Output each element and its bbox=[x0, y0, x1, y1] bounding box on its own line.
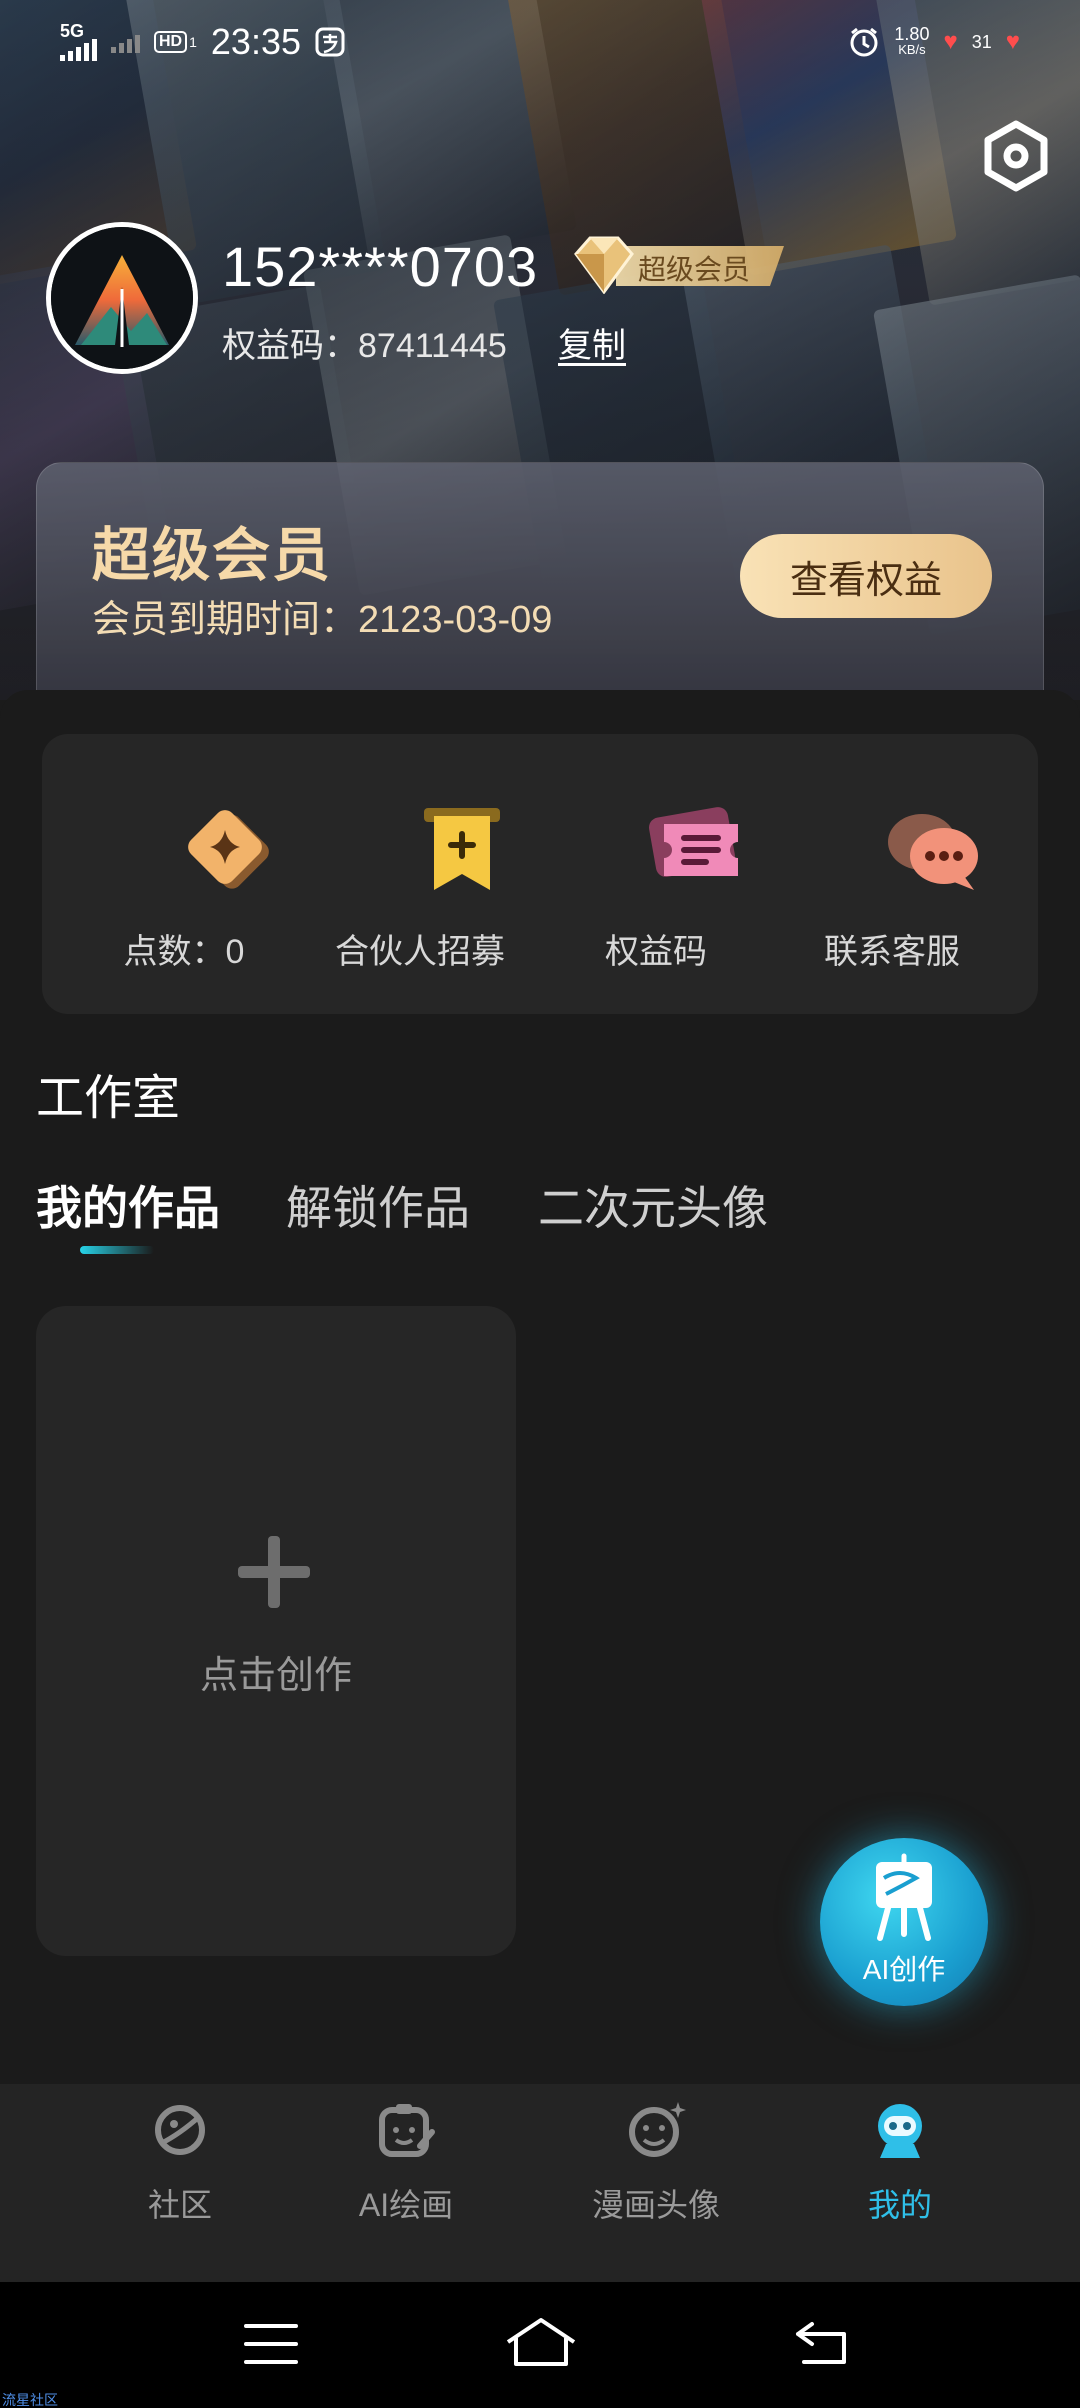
nav-label: 我的 bbox=[867, 2187, 932, 2223]
robot-avatar-icon bbox=[878, 2104, 922, 2158]
nav-ai-painting[interactable] bbox=[306, 2100, 506, 2250]
copy-code-link[interactable]: 复制 bbox=[558, 318, 626, 367]
settings-gear-icon[interactable] bbox=[980, 120, 1052, 192]
nav-comic-avatar[interactable] bbox=[556, 2100, 756, 2250]
watermark: 流星社区 bbox=[2, 2392, 58, 2408]
alipay-icon bbox=[315, 27, 345, 57]
menu-icon[interactable] bbox=[244, 2322, 298, 2366]
member-expire-date: 会员到期时间：2123-03-09 bbox=[92, 599, 553, 641]
hd-voice-icon: HD bbox=[154, 31, 188, 53]
status-bar: 5G HD 1 23:35 1.80 KB/s ♥ 31 ♥ bbox=[0, 0, 1080, 84]
create-work-card[interactable] bbox=[36, 1306, 516, 1956]
planet-icon bbox=[155, 2105, 205, 2155]
quick-action-label: 点数：0 bbox=[123, 933, 245, 971]
alarm-icon bbox=[850, 27, 878, 57]
tab-my-works[interactable]: 我的作品 bbox=[36, 1172, 220, 1238]
nav-label: AI绘画 bbox=[358, 2187, 454, 2223]
benefit-code: 权益码：87411445 bbox=[222, 327, 507, 365]
quick-action-label: 合伙人招募 bbox=[335, 933, 505, 971]
user-phone: 152****0703 bbox=[222, 235, 539, 298]
signal-5g-icon: 5G bbox=[60, 22, 97, 61]
network-speed: 1.80 KB/s bbox=[894, 24, 930, 57]
quick-action-label: 联系客服 bbox=[824, 933, 960, 971]
nav-community[interactable] bbox=[80, 2100, 280, 2250]
battery-level: 31 bbox=[971, 31, 992, 52]
back-icon[interactable] bbox=[794, 2320, 848, 2366]
vip-badge-label: 超级会员 bbox=[638, 254, 751, 285]
active-tab-indicator bbox=[80, 1246, 154, 1254]
heart-icon: ♥ bbox=[943, 28, 958, 55]
tab-anime-avatar[interactable]: 二次元头像 bbox=[538, 1172, 768, 1238]
studio-title: 工作室 bbox=[36, 1072, 181, 1125]
chat-bubbles-icon bbox=[888, 814, 978, 890]
heart-icon: ♥ bbox=[1005, 28, 1020, 55]
avatar[interactable] bbox=[46, 222, 198, 374]
ai-create-label: AI创作 bbox=[862, 1954, 946, 1985]
quick-action-label: 权益码 bbox=[605, 933, 707, 971]
home-icon[interactable] bbox=[504, 2316, 578, 2368]
status-time: 23:35 bbox=[210, 21, 301, 62]
create-work-label: 点击创作 bbox=[199, 1655, 352, 1697]
tab-unlocked-works[interactable]: 解锁作品 bbox=[286, 1172, 470, 1238]
palette-face-icon bbox=[379, 2104, 435, 2157]
nav-label: 漫画头像 bbox=[591, 2187, 720, 2223]
sparkle-star-icon bbox=[188, 810, 269, 889]
ticket-icon bbox=[648, 807, 738, 877]
bookmark-plus-icon bbox=[424, 808, 500, 890]
smiley-sparkle-icon bbox=[629, 2102, 686, 2157]
avatar-mountain-art bbox=[51, 227, 193, 369]
plus-icon bbox=[238, 1536, 310, 1608]
view-benefits-button[interactable]: 查看权益 bbox=[740, 534, 992, 618]
nav-label: 社区 bbox=[147, 2187, 212, 2223]
system-nav-bar bbox=[0, 2282, 1080, 2408]
nav-mine[interactable] bbox=[800, 2100, 1000, 2250]
signal-secondary-icon bbox=[111, 31, 140, 53]
hd-sub-label: 1 bbox=[189, 34, 197, 50]
member-card-title: 超级会员 bbox=[92, 523, 333, 588]
